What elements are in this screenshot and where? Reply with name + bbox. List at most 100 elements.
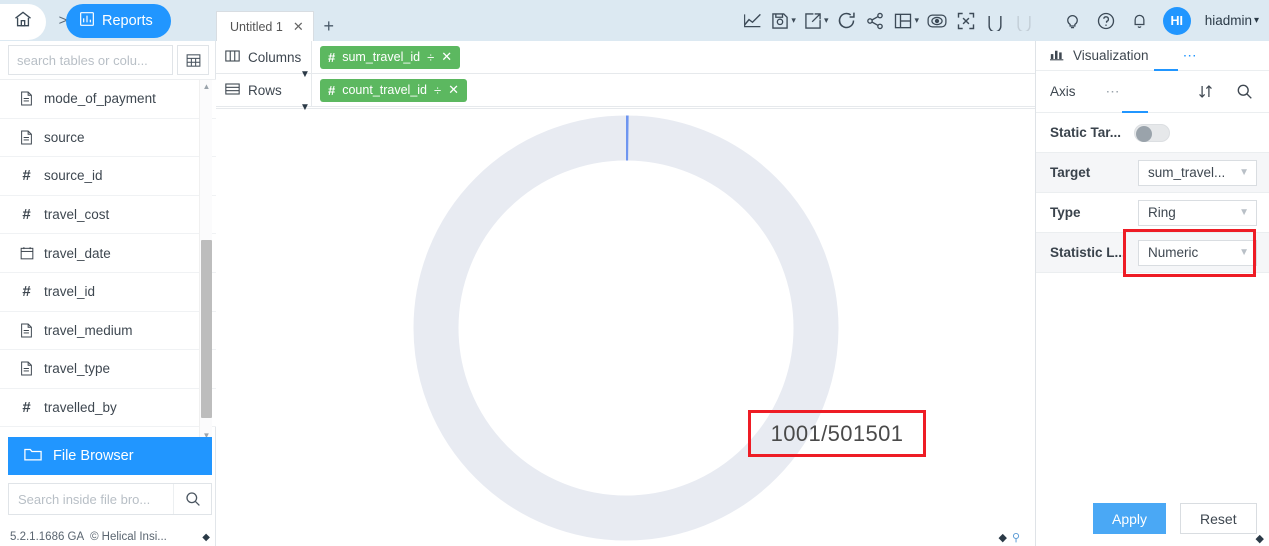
- chevron-down-icon[interactable]: ▾: [791, 15, 796, 26]
- chart-settings-icon[interactable]: ⚲: [1012, 531, 1020, 544]
- notifications-bell-icon[interactable]: [1130, 11, 1149, 30]
- file-browser-search[interactable]: Search inside file bro...: [8, 483, 212, 515]
- rows-shelf-expand-icon[interactable]: ▼: [300, 102, 314, 113]
- columns-shelf[interactable]: Columns # sum_travel_id ÷ ✕ ▼: [216, 41, 1035, 74]
- rows-shelf-label: Rows: [216, 74, 312, 107]
- apply-button[interactable]: Apply: [1093, 503, 1166, 534]
- chevron-down-icon[interactable]: ▾: [824, 15, 829, 26]
- tab-axis[interactable]: Axis: [1050, 84, 1076, 99]
- type-select[interactable]: Ring ▼: [1138, 200, 1257, 226]
- user-menu[interactable]: hiadmin ▾: [1205, 13, 1259, 28]
- field-item[interactable]: # source_id: [0, 157, 216, 196]
- help-icon[interactable]: [1096, 11, 1116, 31]
- tab-visualization[interactable]: Visualization: [1050, 48, 1149, 64]
- ring-chart-svg: [409, 111, 843, 545]
- bar-chart-icon: [79, 11, 95, 31]
- field-label: mode_of_payment: [44, 91, 156, 106]
- target-select[interactable]: sum_travel... ▼: [1138, 160, 1257, 186]
- copyright: © Helical Insi...: [90, 531, 167, 543]
- panel-resize-handle-icon[interactable]: ◆: [1256, 532, 1264, 545]
- search-icon[interactable]: [1236, 83, 1253, 100]
- fullscreen-icon[interactable]: [953, 6, 979, 36]
- field-pill[interactable]: # count_travel_id ÷ ✕: [320, 79, 467, 102]
- add-tab-button[interactable]: +: [314, 11, 344, 41]
- columns-icon: [225, 49, 240, 66]
- close-tab-icon[interactable]: ✕: [293, 19, 304, 35]
- export-icon[interactable]: ▾: [801, 6, 831, 36]
- field-item[interactable]: # travel_cost: [0, 196, 216, 235]
- visualization-menu-icon[interactable]: ⋯: [1183, 47, 1198, 64]
- chart-canvas: 1001/501501 ◆ ⚲: [216, 108, 1035, 546]
- aggregate-icon[interactable]: ÷: [427, 50, 434, 65]
- property-row-static-target: Static Tar...: [1036, 113, 1269, 153]
- sidebar-item-file-browser[interactable]: File Browser: [8, 437, 212, 475]
- aggregate-icon[interactable]: ÷: [434, 83, 441, 98]
- visualization-tab-row: Visualization ⋯: [1036, 41, 1269, 71]
- table-search-row: search tables or colu...: [0, 41, 215, 79]
- redo-icon[interactable]: [1011, 6, 1037, 36]
- property-label: Target: [1050, 165, 1134, 180]
- chart-icon[interactable]: [739, 6, 765, 36]
- document-tab[interactable]: Untitled 1 ✕: [216, 11, 314, 41]
- ring-chart[interactable]: [409, 111, 843, 545]
- home-button[interactable]: [0, 4, 46, 40]
- breadcrumb-item-reports[interactable]: Reports: [66, 4, 171, 38]
- layout-icon[interactable]: ▾: [891, 6, 921, 36]
- resize-handle-icon[interactable]: ◆: [202, 532, 210, 543]
- rows-shelf[interactable]: Rows # count_travel_id ÷ ✕ ▼: [216, 74, 1035, 107]
- field-item[interactable]: mode_of_payment: [0, 80, 216, 119]
- chevron-down-icon[interactable]: ▾: [914, 15, 919, 26]
- axis-menu-icon[interactable]: ⋯: [1106, 83, 1121, 100]
- chevron-down-icon: ▼: [1239, 167, 1249, 178]
- search-tables-input[interactable]: search tables or colu...: [8, 45, 173, 75]
- remove-pill-icon[interactable]: ✕: [441, 49, 452, 65]
- field-item[interactable]: # travelled_by: [0, 389, 216, 428]
- chevron-down-icon: ▼: [1239, 247, 1249, 258]
- number-field-icon: #: [328, 83, 335, 98]
- field-item[interactable]: travel_medium: [0, 312, 216, 351]
- avatar[interactable]: HI: [1163, 7, 1191, 35]
- lightbulb-icon[interactable]: [1063, 11, 1082, 30]
- table-grid-icon[interactable]: [177, 45, 209, 75]
- field-item[interactable]: travel_date: [0, 234, 216, 273]
- scroll-up-arrow-icon[interactable]: ▲: [200, 80, 213, 93]
- field-item[interactable]: # travel_id: [0, 273, 216, 312]
- remove-pill-icon[interactable]: ✕: [448, 82, 459, 98]
- file-browser-search-input[interactable]: Search inside file bro...: [9, 492, 173, 507]
- share-icon[interactable]: [862, 6, 888, 36]
- field-item[interactable]: source: [0, 119, 216, 158]
- chevron-down-icon: ▾: [1254, 15, 1259, 26]
- app-header: > Reports Untitled 1 ✕ +: [0, 0, 1269, 41]
- axis-sub-tab-row: Axis ⋯: [1036, 71, 1269, 113]
- preview-eye-icon[interactable]: [924, 6, 950, 36]
- number-field-icon: #: [19, 400, 34, 415]
- property-row-type: Type Ring ▼: [1036, 193, 1269, 233]
- rows-icon: [225, 82, 240, 99]
- property-label: Statistic L...: [1050, 245, 1134, 260]
- save-icon[interactable]: ▾: [768, 6, 798, 36]
- field-item[interactable]: travel_type: [0, 350, 216, 389]
- refresh-icon[interactable]: [833, 6, 859, 36]
- left-sidebar: search tables or colu... mode_of_payment: [0, 41, 216, 546]
- date-field-icon: [19, 246, 34, 260]
- property-label: Static Tar...: [1050, 125, 1134, 140]
- reset-button[interactable]: Reset: [1180, 503, 1257, 534]
- static-target-toggle[interactable]: [1134, 124, 1170, 142]
- statistic-label-select[interactable]: Numeric ▼: [1138, 240, 1257, 266]
- field-list-scrollbar[interactable]: ▲ ▼: [199, 80, 212, 441]
- search-icon[interactable]: [173, 484, 211, 514]
- copyright-icon: ©: [90, 531, 98, 543]
- type-select-value: Ring: [1148, 205, 1239, 220]
- scrollbar-thumb[interactable]: [201, 240, 212, 418]
- columns-shelf-expand-icon[interactable]: ▼: [300, 69, 314, 80]
- field-label: travel_type: [44, 361, 110, 376]
- sort-icon[interactable]: [1197, 83, 1214, 100]
- folder-icon: [24, 447, 42, 466]
- field-label: travel_cost: [44, 207, 109, 222]
- resize-handle-icon[interactable]: ◆: [998, 531, 1006, 544]
- undo-icon[interactable]: [982, 6, 1008, 36]
- field-list[interactable]: mode_of_payment source # source_id # tra…: [0, 79, 216, 441]
- file-browser-label: File Browser: [53, 448, 134, 464]
- field-pill[interactable]: # sum_travel_id ÷ ✕: [320, 46, 460, 69]
- document-tabstrip: Untitled 1 ✕ +: [216, 0, 344, 41]
